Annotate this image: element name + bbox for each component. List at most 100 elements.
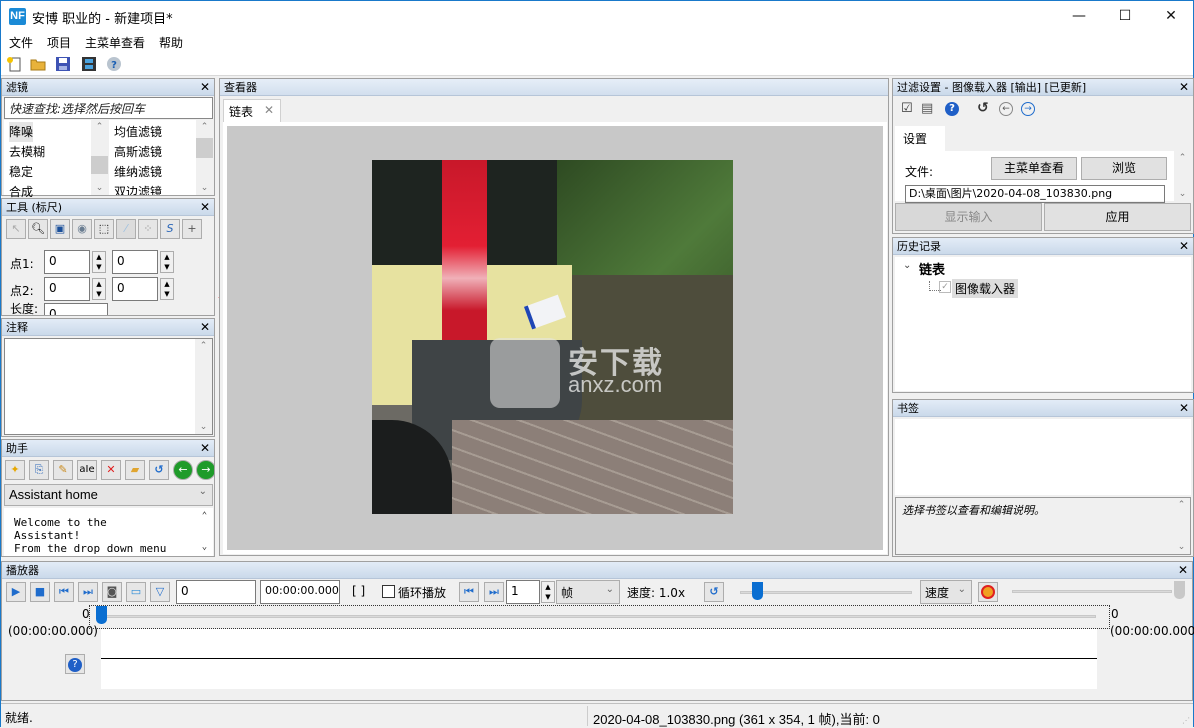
help-globe-icon[interactable]: ? <box>106 56 122 72</box>
close-icon[interactable]: ✕ <box>1179 238 1189 255</box>
chevron-down-icon[interactable]: ⌄ <box>195 422 212 432</box>
new-note-icon[interactable]: ✦ <box>5 460 25 480</box>
volume-slider-thumb[interactable] <box>1174 581 1185 599</box>
history-checkbox[interactable]: ✓ <box>939 281 951 293</box>
maximize-button[interactable]: ☐ <box>1102 1 1148 31</box>
tab-close-icon[interactable]: ✕ <box>264 103 274 117</box>
filter-funnel-icon[interactable]: ▽ <box>150 582 170 602</box>
category-scrollbar[interactable]: ⌃ ⌄ <box>91 120 108 195</box>
chevron-up-icon[interactable]: ⌃ <box>91 122 108 132</box>
delete-icon[interactable]: ✕ <box>101 460 121 480</box>
rect-select-tool-icon[interactable]: ⬚ <box>94 219 114 239</box>
tab-settings[interactable]: 设置 <box>895 126 945 152</box>
filter-list[interactable]: 均值滤镜 高斯滤镜 维纳滤镜 双边滤镜 ⌃ ⌄ <box>109 120 213 195</box>
snapshot-icon[interactable]: ◙ <box>102 582 122 602</box>
bookmark-list[interactable] <box>895 419 1191 495</box>
step-forward-icon[interactable]: ⏭ <box>484 582 504 602</box>
edit-pencil-icon[interactable]: ✎ <box>53 460 73 480</box>
close-icon[interactable]: ✕ <box>200 199 210 216</box>
point1-x-input[interactable]: 0 <box>44 250 90 274</box>
image-tool-icon[interactable]: ▣ <box>50 219 70 239</box>
point1-y-spinner[interactable]: ▲ ▼ <box>160 251 174 273</box>
play-icon[interactable]: ▶ <box>6 582 26 602</box>
copy-icon[interactable]: ⎘ <box>29 460 49 480</box>
apply-button[interactable]: 应用 <box>1044 203 1191 231</box>
crosshair-tool-icon[interactable]: + <box>182 219 202 239</box>
first-frame-icon[interactable]: ⏮ <box>54 582 74 602</box>
help-icon[interactable]: ? <box>65 654 85 674</box>
export-icon[interactable]: ▭ <box>126 582 146 602</box>
settings-scrollbar[interactable]: ⌃ ⌄ <box>1174 151 1191 201</box>
browse-button[interactable]: 浏览 <box>1081 157 1167 180</box>
menu-main-view[interactable]: 主菜单查看 <box>85 34 145 51</box>
chevron-down-icon[interactable]: ⌄ <box>196 183 213 193</box>
help-icon[interactable]: ? <box>945 102 959 116</box>
menu-file[interactable]: 文件 <box>9 34 33 51</box>
history-root[interactable]: 链表 <box>919 259 945 278</box>
filter-scrollbar[interactable]: ⌃ ⌄ <box>196 120 213 195</box>
filter-item[interactable]: 均值滤镜 <box>114 122 208 142</box>
show-input-button[interactable]: 显示输入 <box>895 203 1042 231</box>
timeline-thumb[interactable] <box>96 606 107 624</box>
notes-scrollbar[interactable]: ⌃ ⌄ <box>195 339 212 434</box>
chevron-up-icon[interactable]: ⌃ <box>196 122 213 132</box>
close-icon[interactable]: ✕ <box>1178 562 1188 579</box>
frame-number-input[interactable]: 0 <box>176 580 256 604</box>
minimize-button[interactable]: — <box>1056 1 1102 31</box>
viewer-canvas[interactable]: 安下载 anxz.com <box>227 126 883 550</box>
points-tool-icon[interactable]: ⁘ <box>138 219 158 239</box>
speed-select[interactable]: 速度 ⌄ <box>920 580 972 604</box>
resize-grip-icon[interactable]: ⋰ <box>1182 716 1190 725</box>
assistant-scrollbar[interactable]: ⌃ ⌄ <box>196 508 213 556</box>
unit-select[interactable]: 帧 ⌄ <box>556 580 620 604</box>
close-icon[interactable]: ✕ <box>1179 79 1189 96</box>
point1-x-spinner[interactable]: ▲ ▼ <box>92 251 106 273</box>
step-spinner[interactable]: ▲ ▼ <box>541 581 555 603</box>
new-file-icon[interactable] <box>6 56 22 72</box>
close-button[interactable]: ✕ <box>1148 1 1194 31</box>
main-menu-view-button[interactable]: 主菜单查看 <box>991 157 1077 180</box>
close-icon[interactable]: ✕ <box>200 79 210 96</box>
speed-slider-track[interactable] <box>740 591 912 594</box>
menu-project[interactable]: 项目 <box>47 34 71 51</box>
reset-speed-icon[interactable]: ↺ <box>704 582 724 602</box>
curve-tool-icon[interactable]: S <box>160 219 180 239</box>
last-frame-icon[interactable]: ⏭ <box>78 582 98 602</box>
close-icon[interactable]: ✕ <box>200 440 210 457</box>
back-arrow-icon[interactable]: ← <box>999 102 1013 116</box>
forward-arrow-icon[interactable]: → <box>196 460 214 480</box>
forward-arrow-icon[interactable]: → <box>1021 102 1035 116</box>
tab-linked-list[interactable]: 链表 ✕ <box>223 99 281 122</box>
chevron-up-icon[interactable]: ⌃ <box>195 341 212 351</box>
open-folder-icon[interactable]: ▰ <box>125 460 145 480</box>
close-icon[interactable]: ✕ <box>1179 400 1189 417</box>
zoom-tool-icon[interactable]: 🔍︎ <box>28 219 48 239</box>
rename-text-icon[interactable]: aIe <box>77 460 97 480</box>
line-tool-icon[interactable]: ⁄ <box>116 219 136 239</box>
document-icon[interactable]: ▤ <box>921 101 933 116</box>
speed-slider-thumb[interactable] <box>752 582 764 600</box>
filter-item[interactable]: 维纳滤镜 <box>114 162 208 182</box>
loop-label[interactable]: 循环播放 <box>398 584 446 601</box>
file-path-input[interactable]: D:\桌面\图片\2020-04-08_103830.png <box>905 185 1165 203</box>
filter-category-list[interactable]: 降噪 去模糊 稳定 合成 ⌃ ⌄ <box>4 120 108 199</box>
menu-help[interactable]: 帮助 <box>159 34 183 51</box>
filter-item[interactable]: 高斯滤镜 <box>114 142 208 162</box>
save-icon[interactable] <box>55 56 71 72</box>
timeline-slider[interactable] <box>89 605 1110 629</box>
category-item[interactable]: 稳定 <box>9 162 103 182</box>
back-arrow-icon[interactable]: ← <box>173 460 193 480</box>
pointer-tool-icon[interactable]: ↖ <box>6 219 26 239</box>
chevron-down-icon[interactable]: ⌄ <box>196 541 213 554</box>
bookmark-description[interactable]: 选择书签以查看和编辑说明。 ⌃ ⌄ <box>895 497 1191 555</box>
chevron-down-icon[interactable]: ⌄ <box>1173 542 1190 552</box>
refresh-icon[interactable]: ↺ <box>149 460 169 480</box>
point2-x-input[interactable]: 0 <box>44 277 90 301</box>
step-input[interactable]: 1 <box>506 580 540 604</box>
point2-x-spinner[interactable]: ▲ ▼ <box>92 278 106 300</box>
close-icon[interactable]: ✕ <box>200 319 210 336</box>
reset-icon[interactable]: ↺ <box>977 100 989 116</box>
notes-textarea[interactable]: ⌃ ⌄ <box>4 338 213 435</box>
mute-icon[interactable] <box>978 582 998 602</box>
film-icon[interactable] <box>81 56 97 72</box>
